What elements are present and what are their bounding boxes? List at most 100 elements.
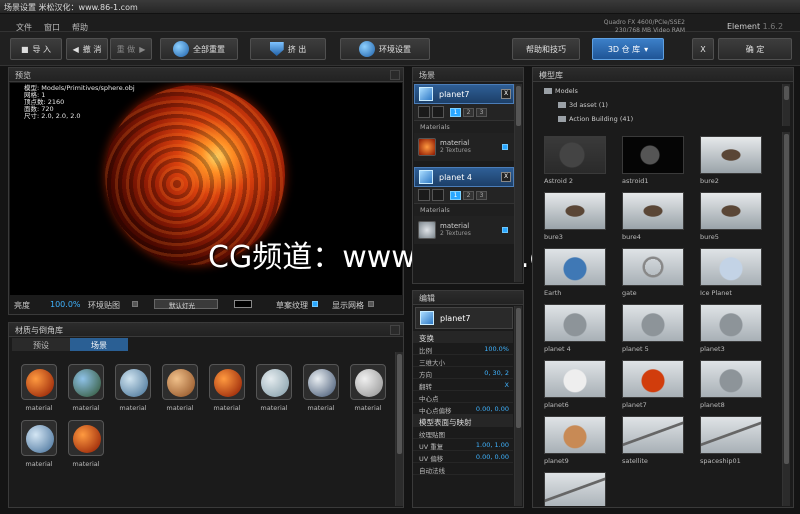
property-value[interactable]: 1.00, 1.00 [476, 441, 509, 450]
material-item[interactable]: material [157, 364, 203, 412]
material-item[interactable]: material [16, 420, 62, 468]
ok-button[interactable]: 确 定 [718, 38, 792, 60]
model-item[interactable]: gate [622, 248, 684, 297]
model-item[interactable]: spaceship01 [700, 416, 762, 465]
close-button[interactable]: X [692, 38, 714, 60]
redo-button[interactable]: 重 做 ▶ [110, 38, 152, 60]
model-item[interactable]: bure5 [700, 192, 762, 241]
model-item[interactable]: planet3 [700, 304, 762, 353]
model-scrollbar[interactable] [782, 132, 790, 506]
material-row[interactable]: material 2 Textures [414, 133, 514, 161]
property-value[interactable]: 100.0% [484, 345, 509, 354]
property-value[interactable]: 0, 30, 2 [484, 369, 509, 378]
scene-scrollbar[interactable] [514, 84, 522, 282]
material-item[interactable]: material [251, 364, 297, 412]
tree-item[interactable]: Models [538, 84, 778, 98]
property-value[interactable]: X [505, 381, 509, 390]
property-row[interactable]: 比例 100.0% [413, 343, 513, 355]
model-item[interactable]: satellite [622, 416, 684, 465]
model-item[interactable]: planet 5 [622, 304, 684, 353]
library-close-icon[interactable] [390, 325, 400, 335]
help-tips-button[interactable]: 帮助和技巧 [512, 38, 580, 60]
property-value[interactable]: 0.00, 0.00 [476, 405, 509, 414]
node-icon[interactable] [418, 106, 430, 118]
import-button[interactable]: ■ 导 入 [10, 38, 62, 60]
layer-1-button[interactable]: 1 [450, 107, 461, 117]
material-item[interactable]: material [16, 364, 62, 412]
undo-button[interactable]: ◀ 撤 消 [66, 38, 108, 60]
model-item[interactable]: astroid1 [622, 136, 684, 185]
material-item[interactable]: material [110, 364, 156, 412]
model-item[interactable]: planet8 [700, 360, 762, 409]
tree-item[interactable]: 3d asset (1) [538, 98, 778, 112]
material-item[interactable]: material [298, 364, 344, 412]
model-item[interactable]: planet9 [544, 416, 606, 465]
material-item[interactable]: material [63, 420, 109, 468]
gear-icon[interactable] [432, 106, 444, 118]
model-item[interactable]: Ice Planet [700, 248, 762, 297]
model-item[interactable]: planet7 [622, 360, 684, 409]
remove-object-button[interactable]: X [501, 89, 511, 99]
material-checkbox[interactable] [502, 227, 508, 233]
property-row[interactable]: UV 偏移 0.00, 0.00 [413, 451, 513, 463]
model-thumbnail [700, 416, 762, 454]
property-row[interactable]: 中心点 [413, 391, 513, 403]
material-row[interactable]: material 2 Textures [414, 216, 514, 244]
layer-3-button[interactable]: 3 [476, 190, 487, 200]
model-item[interactable]: planet 4 [544, 304, 606, 353]
model-item[interactable]: Astroid 2 [544, 136, 606, 185]
reset-all-button[interactable]: 全部重置 [160, 38, 238, 60]
model-item[interactable]: bure3 [544, 192, 606, 241]
tree-scroll-thumb[interactable] [784, 86, 789, 100]
scene-object-planet7[interactable]: planet7 X [414, 84, 514, 104]
model-scroll-thumb[interactable] [784, 134, 789, 464]
model-item[interactable]: planet6 [544, 360, 606, 409]
property-row[interactable]: 三维大小 [413, 355, 513, 367]
scene-object-planet4[interactable]: planet 4 X [414, 167, 514, 187]
layer-2-button[interactable]: 2 [463, 190, 474, 200]
gear-icon[interactable] [432, 189, 444, 201]
property-row[interactable]: 中心点偏移 0.00, 0.00 [413, 403, 513, 415]
model-item[interactable] [544, 472, 606, 506]
draft-texture-checkbox[interactable] [312, 301, 318, 307]
node-icon[interactable] [418, 189, 430, 201]
show-grid-checkbox[interactable] [368, 301, 374, 307]
brightness-value[interactable]: 100.0% [50, 300, 81, 309]
property-value[interactable]: 0.00, 0.00 [476, 453, 509, 462]
material-checkbox[interactable] [502, 144, 508, 150]
layer-1-button[interactable]: 1 [450, 190, 461, 200]
env-map-checkbox[interactable] [132, 301, 138, 307]
material-item[interactable]: material [345, 364, 391, 412]
layer-3-button[interactable]: 3 [476, 107, 487, 117]
background-color-swatch[interactable] [234, 300, 252, 308]
model-thumbnail [544, 360, 606, 398]
library-scroll-thumb[interactable] [397, 354, 402, 454]
extrude-button[interactable]: 挤 出 [250, 38, 326, 60]
scene-scroll-thumb[interactable] [516, 86, 521, 126]
tab-scene[interactable]: 场景 [70, 338, 128, 351]
property-row[interactable]: 纹理贴图 [413, 427, 513, 439]
tree-item[interactable]: Action Building (41) [538, 112, 778, 126]
edit-scrollbar[interactable] [514, 306, 522, 506]
light-select[interactable]: 默认灯光 [154, 299, 218, 310]
remove-object-button[interactable]: X [501, 172, 511, 182]
scene-object-list: planet7 X 1 2 3 Materials material 2 Tex… [414, 84, 514, 244]
library-scrollbar[interactable] [395, 352, 403, 506]
material-item[interactable]: material [63, 364, 109, 412]
model-item[interactable]: bure2 [700, 136, 762, 185]
model-item[interactable]: bure4 [622, 192, 684, 241]
property-row[interactable]: 自动法线 [413, 463, 513, 475]
tree-scrollbar[interactable] [782, 84, 790, 126]
chevron-down-icon: ▾ [644, 44, 649, 54]
property-row[interactable]: 方向 0, 30, 2 [413, 367, 513, 379]
tab-presets[interactable]: 预设 [12, 338, 70, 351]
model-item[interactable]: Earth [544, 248, 606, 297]
edit-scroll-thumb[interactable] [516, 308, 521, 428]
environment-button[interactable]: 环境设置 [340, 38, 430, 60]
3d-warehouse-dropdown[interactable]: 3D 仓 库 ▾ [592, 38, 664, 60]
material-item[interactable]: material [204, 364, 250, 412]
property-row[interactable]: 翻转 X [413, 379, 513, 391]
layer-2-button[interactable]: 2 [463, 107, 474, 117]
property-row[interactable]: UV 重复 1.00, 1.00 [413, 439, 513, 451]
preview-close-icon[interactable] [390, 70, 400, 80]
